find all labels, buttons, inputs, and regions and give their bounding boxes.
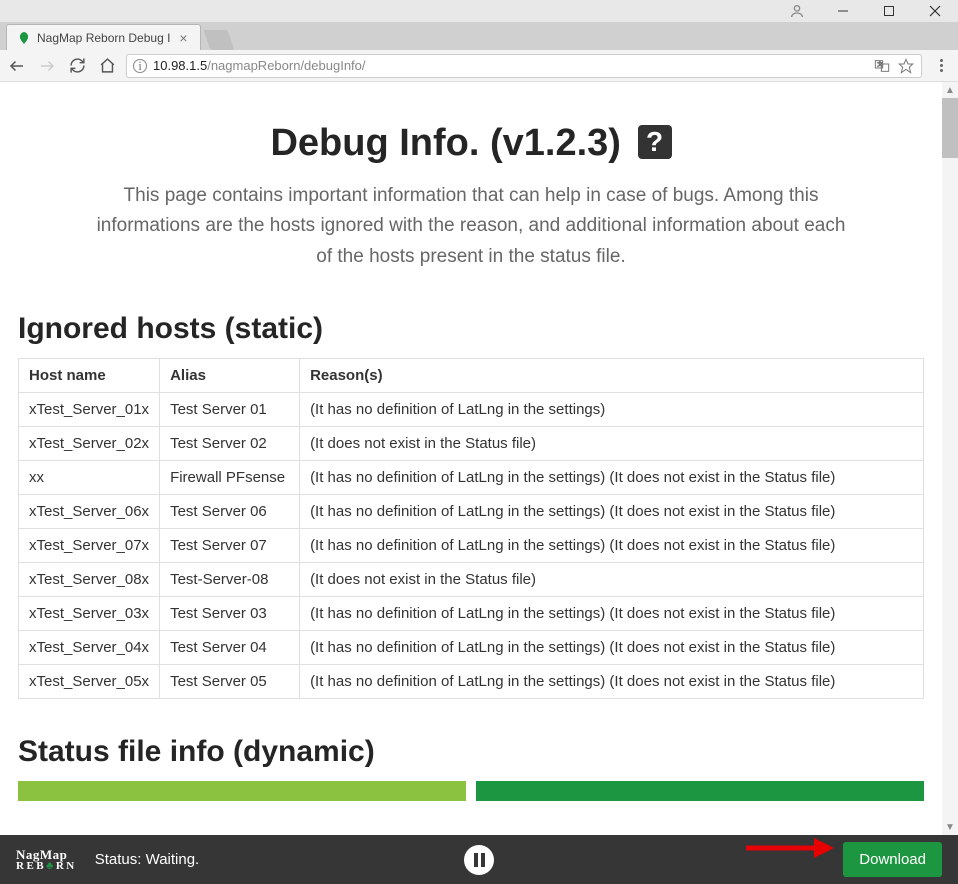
table-row: xTest_Server_03xTest Server 03(It has no…: [19, 597, 924, 631]
home-button[interactable]: [96, 55, 118, 77]
viewport: Debug Info. (v1.2.3) ? This page contain…: [0, 82, 958, 884]
help-icon[interactable]: ?: [638, 125, 672, 159]
user-icon[interactable]: [774, 0, 820, 22]
cell-alias: Test Server 05: [160, 665, 300, 699]
table-row: xTest_Server_02xTest Server 02(It does n…: [19, 427, 924, 461]
browser-tab[interactable]: NagMap Reborn Debug I ×: [6, 24, 201, 50]
cell-reason: (It has no definition of LatLng in the s…: [300, 631, 924, 665]
section-status-file-title: Status file info (dynamic): [18, 735, 942, 769]
logo-bottom: REB♣RN: [16, 861, 77, 872]
table-row: xTest_Server_05xTest Server 05(It has no…: [19, 665, 924, 699]
cell-alias: Test Server 02: [160, 427, 300, 461]
cell-reason: (It has no definition of LatLng in the s…: [300, 495, 924, 529]
title-prefix: Debug Info.: [270, 122, 490, 164]
favicon-icon: [17, 31, 31, 45]
table-row: xxFirewall PFsense(It has no definition …: [19, 461, 924, 495]
browser-toolbar: i 10.98.1.5/nagmapReborn/debugInfo/ 文: [0, 50, 958, 82]
window-titlebar: [0, 0, 958, 22]
table-row: xTest_Server_07xTest Server 07(It has no…: [19, 529, 924, 563]
browser-menu-button[interactable]: [930, 59, 952, 72]
cell-host: xTest_Server_02x: [19, 427, 160, 461]
cell-reason: (It has no definition of LatLng in the s…: [300, 393, 924, 427]
cell-host: xTest_Server_07x: [19, 529, 160, 563]
cell-reason: (It does not exist in the Status file): [300, 427, 924, 461]
cell-reason: (It has no definition of LatLng in the s…: [300, 529, 924, 563]
cell-reason: (It has no definition of LatLng in the s…: [300, 665, 924, 699]
scroll-up-button[interactable]: ▲: [942, 82, 958, 98]
ignored-hosts-table: Host name Alias Reason(s) xTest_Server_0…: [18, 358, 924, 699]
cell-alias: Firewall PFsense: [160, 461, 300, 495]
cell-host: xTest_Server_08x: [19, 563, 160, 597]
title-version: (v1.2.3): [490, 122, 621, 164]
url-text: 10.98.1.5/nagmapReborn/debugInfo/: [153, 58, 867, 73]
table-row: xTest_Server_08xTest-Server-08(It does n…: [19, 563, 924, 597]
close-tab-icon[interactable]: ×: [176, 30, 190, 46]
bookmark-star-icon[interactable]: [897, 57, 915, 75]
page-description: This page contains important information…: [71, 181, 871, 272]
browser-tab-bar: NagMap Reborn Debug I ×: [0, 22, 958, 50]
scrollbar-thumb[interactable]: [942, 98, 958, 158]
th-alias: Alias: [160, 359, 300, 393]
panel-right[interactable]: [476, 781, 924, 801]
download-button[interactable]: Download: [843, 842, 942, 877]
panel-left[interactable]: [18, 781, 466, 801]
translate-icon[interactable]: 文: [873, 57, 891, 75]
cell-alias: Test Server 06: [160, 495, 300, 529]
th-reason: Reason(s): [300, 359, 924, 393]
section-ignored-hosts-title: Ignored hosts (static): [18, 312, 942, 346]
table-row: xTest_Server_06xTest Server 06(It has no…: [19, 495, 924, 529]
cell-reason: (It has no definition of LatLng in the s…: [300, 597, 924, 631]
maximize-button[interactable]: [866, 0, 912, 22]
cell-host: xTest_Server_01x: [19, 393, 160, 427]
cell-host: xTest_Server_05x: [19, 665, 160, 699]
vertical-scrollbar[interactable]: ▲ ▼: [942, 82, 958, 835]
status-panels: [0, 781, 942, 801]
status-text: Status: Waiting.: [95, 851, 200, 868]
pause-button[interactable]: [464, 845, 494, 875]
cell-alias: Test Server 03: [160, 597, 300, 631]
cell-reason: (It does not exist in the Status file): [300, 563, 924, 597]
reload-button[interactable]: [66, 55, 88, 77]
cell-host: xTest_Server_03x: [19, 597, 160, 631]
scroll-down-button[interactable]: ▼: [942, 819, 958, 835]
forward-button[interactable]: [36, 55, 58, 77]
cell-host: xTest_Server_06x: [19, 495, 160, 529]
new-tab-button[interactable]: [204, 30, 235, 50]
page-content: Debug Info. (v1.2.3) ? This page contain…: [0, 82, 942, 835]
address-bar[interactable]: i 10.98.1.5/nagmapReborn/debugInfo/ 文: [126, 54, 922, 78]
back-button[interactable]: [6, 55, 28, 77]
cell-alias: Test Server 01: [160, 393, 300, 427]
minimize-button[interactable]: [820, 0, 866, 22]
cell-host: xTest_Server_04x: [19, 631, 160, 665]
page-title: Debug Info. (v1.2.3) ?: [0, 122, 942, 165]
cell-alias: Test-Server-08: [160, 563, 300, 597]
cell-host: xx: [19, 461, 160, 495]
cell-alias: Test Server 04: [160, 631, 300, 665]
cell-alias: Test Server 07: [160, 529, 300, 563]
footer-bar: NagMap REB♣RN Status: Waiting. Download: [0, 835, 958, 884]
logo: NagMap REB♣RN: [16, 848, 77, 872]
table-row: xTest_Server_01xTest Server 01(It has no…: [19, 393, 924, 427]
cell-reason: (It has no definition of LatLng in the s…: [300, 461, 924, 495]
site-info-icon[interactable]: i: [133, 59, 147, 73]
table-header-row: Host name Alias Reason(s): [19, 359, 924, 393]
tab-title: NagMap Reborn Debug I: [37, 31, 170, 45]
th-host: Host name: [19, 359, 160, 393]
close-window-button[interactable]: [912, 0, 958, 22]
table-row: xTest_Server_04xTest Server 04(It has no…: [19, 631, 924, 665]
